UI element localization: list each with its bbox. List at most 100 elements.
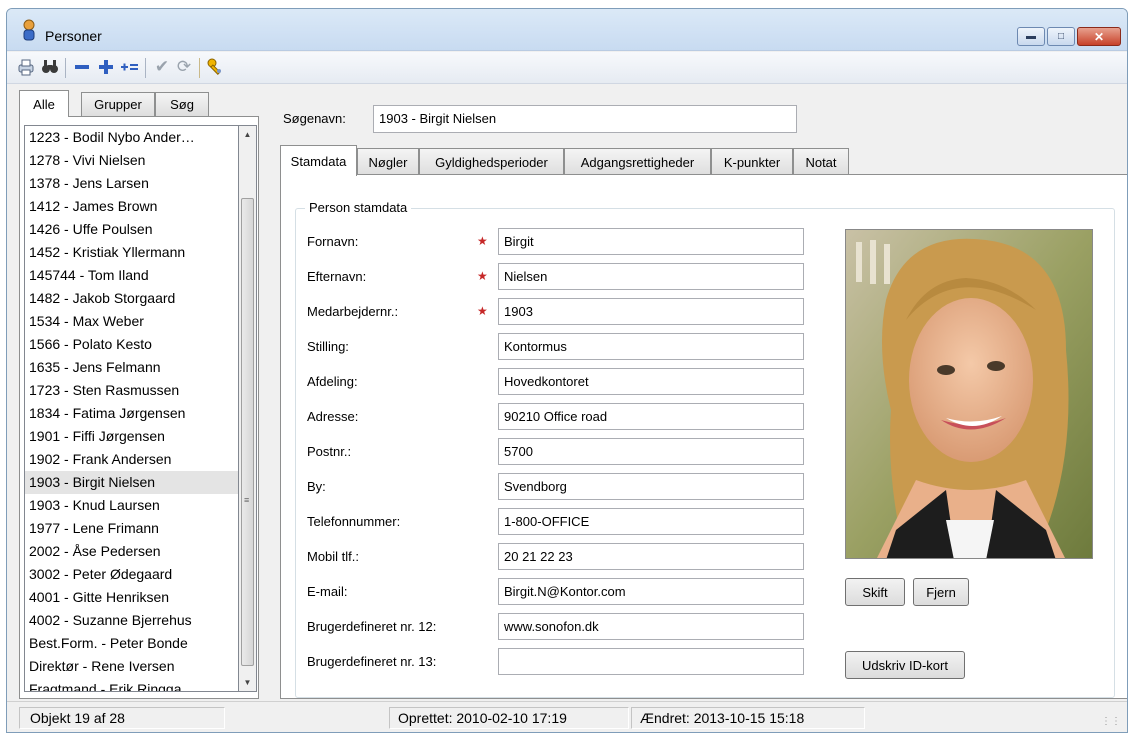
stilling-field[interactable]: Kontormus bbox=[498, 333, 804, 360]
tab-stamdata[interactable]: Stamdata bbox=[280, 145, 357, 176]
list-item[interactable]: 4001 - Gitte Henriksen bbox=[25, 586, 238, 609]
window-title: Personer bbox=[45, 28, 102, 44]
list-item[interactable]: Direktør - Rene Iversen bbox=[25, 655, 238, 678]
window-controls: ▬ □ ✕ bbox=[1017, 27, 1121, 46]
personer-window: Personer ▬ □ ✕ ✔ ⟳ Alle Grupper Søg 1223… bbox=[6, 8, 1128, 733]
list-item[interactable]: 1902 - Frank Andersen bbox=[25, 448, 238, 471]
list-item[interactable]: 1635 - Jens Felmann bbox=[25, 356, 238, 379]
email-field[interactable]: Birgit.N@Kontor.com bbox=[498, 578, 804, 605]
stamdata-panel: Person stamdata Fornavn: ★ Birgit Eftern… bbox=[280, 174, 1127, 699]
search-input[interactable]: 1903 - Birgit Nielsen bbox=[373, 105, 797, 133]
remove-icon[interactable] bbox=[71, 56, 93, 78]
object-count-status: Objekt 19 af 28 bbox=[19, 707, 225, 729]
list-item[interactable]: Fragtmand - Erik Ringga… bbox=[25, 678, 238, 691]
list-item[interactable]: 1566 - Polato Kesto bbox=[25, 333, 238, 356]
tab-gyldighedsperioder[interactable]: Gyldighedsperioder bbox=[419, 148, 564, 175]
field-label: By: bbox=[307, 479, 326, 494]
grip-icon: ≡ bbox=[244, 495, 250, 505]
telefonnummer-field[interactable]: 1-800-OFFICE bbox=[498, 508, 804, 535]
toolbar-separator bbox=[65, 58, 66, 78]
created-status: Oprettet: 2010-02-10 17:19 bbox=[389, 707, 629, 729]
toolbar-separator bbox=[145, 58, 146, 78]
list-item[interactable]: 1482 - Jakob Storgaard bbox=[25, 287, 238, 310]
list-item[interactable]: 1223 - Bodil Nybo Ander… bbox=[25, 126, 238, 149]
list-item[interactable]: 3002 - Peter Ødegaard bbox=[25, 563, 238, 586]
tab-grupper[interactable]: Grupper bbox=[81, 92, 155, 116]
list-item[interactable]: Best.Form. - Peter Bonde bbox=[25, 632, 238, 655]
find-icon[interactable] bbox=[39, 56, 61, 78]
confirm-icon[interactable]: ✔ bbox=[151, 56, 173, 78]
list-scrollbar[interactable]: ▲ ≡ ▼ bbox=[239, 125, 257, 692]
required-icon: ★ bbox=[477, 269, 488, 283]
add-icon[interactable] bbox=[95, 56, 117, 78]
keys-icon[interactable] bbox=[205, 56, 227, 78]
scroll-up-icon[interactable]: ▲ bbox=[239, 126, 256, 143]
field-label: Stilling: bbox=[307, 339, 349, 354]
print-icon[interactable] bbox=[15, 56, 37, 78]
list-item[interactable]: 1412 - James Brown bbox=[25, 195, 238, 218]
tab-nogler[interactable]: Nøgler bbox=[357, 148, 419, 175]
field-label: Afdeling: bbox=[307, 374, 358, 389]
mobil-field[interactable]: 20 21 22 23 bbox=[498, 543, 804, 570]
medarbejdernr-field[interactable]: 1903 bbox=[498, 298, 804, 325]
search-label: Søgenavn: bbox=[283, 111, 346, 126]
field-label: Medarbejdernr.: bbox=[307, 304, 399, 319]
list-item[interactable]: 1834 - Fatima Jørgensen bbox=[25, 402, 238, 425]
field-label: Adresse: bbox=[307, 409, 359, 424]
scroll-thumb[interactable]: ≡ bbox=[241, 198, 254, 666]
tab-k-punkter[interactable]: K-punkter bbox=[711, 148, 793, 175]
scroll-down-icon[interactable]: ▼ bbox=[239, 674, 256, 691]
person-icon bbox=[23, 19, 35, 41]
field-label: Efternavn: bbox=[307, 269, 367, 284]
toolbar-separator bbox=[199, 58, 200, 78]
remove-photo-button[interactable]: Fjern bbox=[913, 578, 969, 606]
list-item[interactable]: 1977 - Lene Frimann bbox=[25, 517, 238, 540]
close-icon[interactable]: ✕ bbox=[1077, 27, 1121, 46]
toolbar: ✔ ⟳ bbox=[7, 52, 1127, 84]
by-field[interactable]: Svendborg bbox=[498, 473, 804, 500]
list-item[interactable]: 1426 - Uffe Poulsen bbox=[25, 218, 238, 241]
resize-grip-icon[interactable]: ⋮⋮ bbox=[1101, 716, 1121, 727]
list-item[interactable]: 4002 - Suzanne Bjerrehus bbox=[25, 609, 238, 632]
minimize-icon[interactable]: ▬ bbox=[1017, 27, 1045, 46]
brugerdefineret-12-field[interactable]: www.sonofon.dk bbox=[498, 613, 804, 640]
list-item-selected[interactable]: 1903 - Birgit Nielsen bbox=[25, 471, 238, 494]
group-title: Person stamdata bbox=[305, 200, 412, 215]
list-item[interactable]: 145744 - Tom Iland bbox=[25, 264, 238, 287]
list-item[interactable]: 1378 - Jens Larsen bbox=[25, 172, 238, 195]
required-icon: ★ bbox=[477, 304, 488, 318]
print-id-card-button[interactable]: Udskriv ID-kort bbox=[845, 651, 965, 679]
field-label: Brugerdefineret nr. 13: bbox=[307, 654, 437, 669]
list-item[interactable]: 1723 - Sten Rasmussen bbox=[25, 379, 238, 402]
title-bar: Personer ▬ □ ✕ bbox=[7, 9, 1127, 51]
postnr-field[interactable]: 5700 bbox=[498, 438, 804, 465]
change-photo-button[interactable]: Skift bbox=[845, 578, 905, 606]
maximize-icon[interactable]: □ bbox=[1047, 27, 1075, 46]
field-label: Brugerdefineret nr. 12: bbox=[307, 619, 437, 634]
field-label: Mobil tlf.: bbox=[307, 549, 360, 564]
list-item[interactable]: 1278 - Vivi Nielsen bbox=[25, 149, 238, 172]
list-item[interactable]: 1534 - Max Weber bbox=[25, 310, 238, 333]
person-list-panel: 1223 - Bodil Nybo Ander… 1278 - Vivi Nie… bbox=[19, 116, 259, 699]
field-label: Telefonnummer: bbox=[307, 514, 401, 529]
status-bar: Objekt 19 af 28 Oprettet: 2010-02-10 17:… bbox=[7, 701, 1127, 732]
tab-notat[interactable]: Notat bbox=[793, 148, 849, 175]
adresse-field[interactable]: 90210 Office road bbox=[498, 403, 804, 430]
list-item[interactable]: 1452 - Kristiak Yllermann bbox=[25, 241, 238, 264]
refresh-icon[interactable]: ⟳ bbox=[173, 56, 195, 78]
brugerdefineret-13-field[interactable] bbox=[498, 648, 804, 675]
person-photo bbox=[845, 229, 1093, 559]
tab-alle[interactable]: Alle bbox=[19, 90, 69, 117]
list-item[interactable]: 1903 - Knud Laursen bbox=[25, 494, 238, 517]
field-label: E-mail: bbox=[307, 584, 348, 599]
list-item[interactable]: 2002 - Åse Pedersen bbox=[25, 540, 238, 563]
required-icon: ★ bbox=[477, 234, 488, 248]
fornavn-field[interactable]: Birgit bbox=[498, 228, 804, 255]
efternavn-field[interactable]: Nielsen bbox=[498, 263, 804, 290]
tab-adgangsrettigheder[interactable]: Adgangsrettigheder bbox=[564, 148, 711, 175]
person-list[interactable]: 1223 - Bodil Nybo Ander… 1278 - Vivi Nie… bbox=[24, 125, 239, 692]
list-item[interactable]: 1901 - Fiffi Jørgensen bbox=[25, 425, 238, 448]
add-multiple-icon[interactable] bbox=[119, 56, 141, 78]
tab-sog[interactable]: Søg bbox=[155, 92, 209, 116]
afdeling-field[interactable]: Hovedkontoret bbox=[498, 368, 804, 395]
